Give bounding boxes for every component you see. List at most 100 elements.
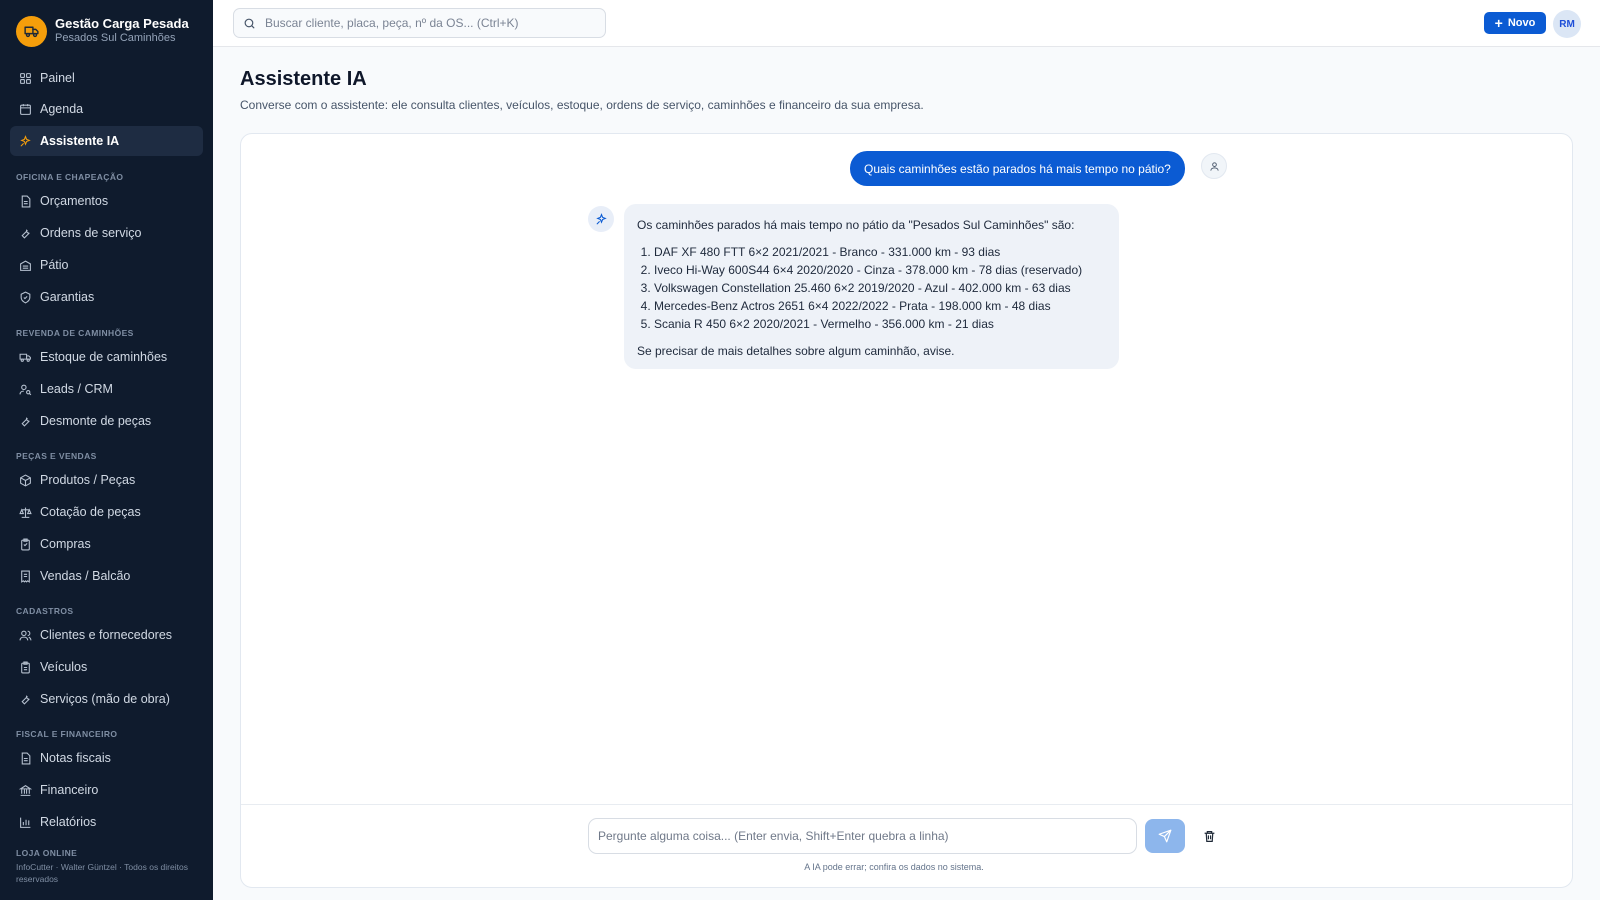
new-button[interactable]: + Novo [1484, 12, 1546, 34]
brand[interactable]: Gestão Carga Pesada Pesados Sul Caminhõe… [0, 0, 213, 62]
sparkle-icon [19, 134, 32, 148]
sidebar-item-label: Painel [40, 71, 75, 85]
sidebar-item-label: Notas fiscais [40, 751, 111, 765]
chat-input[interactable] [588, 818, 1137, 854]
clipboard-icon [19, 661, 32, 674]
document-icon [19, 195, 32, 208]
list-item: Scania R 450 6×2 2020/2021 - Vermelho - … [654, 315, 1106, 333]
user-icon [1201, 153, 1227, 179]
sidebar-item-painel[interactable]: Painel [10, 63, 203, 93]
sidebar-item-patio[interactable]: Pátio [10, 250, 203, 280]
sidebar-item-compras[interactable]: Compras [10, 529, 203, 559]
sidebar-footer: InfoCutter · Walter Güntzel · Todos os d… [16, 862, 188, 884]
calendar-icon [19, 103, 32, 116]
sidebar-item-vendas-balcao[interactable]: Vendas / Balcão [10, 561, 203, 591]
list-item: Mercedes-Benz Actros 2651 6×4 2022/2022 … [654, 297, 1106, 315]
sidebar-item-financeiro[interactable]: Financeiro [10, 775, 203, 805]
sidebar-item-agenda[interactable]: Agenda [10, 94, 203, 124]
sidebar-item-label: Garantias [40, 290, 95, 304]
ai-sparkle-icon [588, 206, 614, 232]
sidebar-item-label: Leads / CRM [40, 382, 113, 396]
sidebar-item-cotacao-pecas[interactable]: Cotação de peças [10, 497, 203, 527]
sidebar: Gestão Carga Pesada Pesados Sul Caminhõe… [0, 0, 213, 900]
plus-icon: + [1494, 15, 1503, 31]
clear-chat-button[interactable] [1200, 827, 1218, 845]
sidebar-item-label: Assistente IA [40, 134, 120, 148]
document-icon [19, 752, 32, 765]
clipboard-icon [19, 538, 32, 551]
page-description: Converse com o assistente: ele consulta … [240, 98, 924, 112]
grid-icon [19, 72, 32, 85]
wrench-icon [19, 227, 32, 240]
search-placeholder: Buscar cliente, placa, peça, nº da OS...… [265, 16, 519, 30]
section-fiscal: FISCAL E FINANCEIRO [16, 729, 118, 739]
sidebar-item-veiculos[interactable]: Veículos [10, 652, 203, 682]
sidebar-item-servicos[interactable]: Serviços (mão de obra) [10, 684, 203, 714]
ai-message: Os caminhões parados há mais tempo no pá… [624, 204, 1119, 369]
send-icon [1158, 829, 1172, 843]
sidebar-item-label: Desmonte de peças [40, 414, 152, 428]
topbar: Buscar cliente, placa, peça, nº da OS...… [213, 0, 1600, 47]
sidebar-item-produtos-pecas[interactable]: Produtos / Peças [10, 465, 203, 495]
send-button[interactable] [1145, 819, 1185, 853]
trash-icon [1204, 830, 1214, 842]
bar-chart-icon [19, 816, 32, 829]
sidebar-item-estoque-caminhoes[interactable]: Estoque de caminhões [10, 342, 203, 372]
section-oficina: OFICINA E CHAPEAÇÃO [16, 172, 124, 182]
sidebar-item-garantias[interactable]: Garantias [10, 282, 203, 312]
sidebar-item-label: Veículos [40, 660, 88, 674]
composer-divider [241, 804, 1572, 805]
brand-title: Gestão Carga Pesada [55, 16, 189, 31]
bank-icon [19, 784, 32, 797]
wrench-icon [19, 693, 32, 706]
sidebar-item-relatorios[interactable]: Relatórios [10, 807, 203, 837]
sidebar-item-label: Vendas / Balcão [40, 569, 131, 583]
search-icon [244, 18, 255, 28]
global-search[interactable]: Buscar cliente, placa, peça, nº da OS...… [233, 8, 606, 38]
sidebar-item-label: Produtos / Peças [40, 473, 136, 487]
receipt-icon [19, 570, 32, 583]
sidebar-item-label: Compras [40, 537, 91, 551]
sidebar-item-label: Relatórios [40, 815, 97, 829]
page-title: Assistente IA [240, 68, 367, 90]
sidebar-item-notas-fiscais[interactable]: Notas fiscais [10, 743, 203, 773]
user-message: Quais caminhões estão parados há mais te… [850, 151, 1185, 186]
sidebar-item-label: Pátio [40, 258, 69, 272]
sidebar-item-orcamentos[interactable]: Orçamentos [10, 186, 203, 216]
sidebar-item-clientes-fornecedores[interactable]: Clientes e fornecedores [10, 620, 203, 650]
list-item: DAF XF 480 FTT 6×2 2021/2021 - Branco - … [654, 243, 1106, 261]
truck-logo-icon [16, 15, 47, 47]
sidebar-item-label: Estoque de caminhões [40, 350, 168, 364]
section-revenda: REVENDA DE CAMINHÕES [16, 328, 134, 338]
brand-subtitle: Pesados Sul Caminhões [55, 32, 176, 44]
list-item: Volkswagen Constellation 25.460 6×2 2019… [654, 279, 1106, 297]
shield-icon [19, 290, 32, 304]
ai-disclaimer: A IA pode errar; confira os dados no sis… [804, 862, 984, 872]
users-icon [19, 629, 32, 642]
sidebar-item-desmonte-pecas[interactable]: Desmonte de peças [10, 406, 203, 436]
sidebar-item-label: Clientes e fornecedores [40, 628, 173, 642]
wrench-icon [19, 415, 32, 428]
new-button-label: Novo [1507, 17, 1536, 29]
section-cadastros: CADASTROS [16, 606, 74, 616]
truck-icon [19, 351, 32, 364]
section-pecas: PEÇAS E VENDAS [16, 451, 97, 461]
list-item: Iveco Hi-Way 600S44 6×4 2020/2020 - Cinz… [654, 261, 1106, 279]
warehouse-icon [19, 259, 32, 272]
sidebar-item-label: Agenda [40, 102, 84, 116]
truck-list: DAF XF 480 FTT 6×2 2021/2021 - Branco - … [654, 243, 1106, 333]
ai-message-intro: Os caminhões parados há mais tempo no pá… [637, 218, 1075, 232]
sidebar-item-label: Orçamentos [40, 194, 109, 208]
sidebar-item-ordens-servico[interactable]: Ordens de serviço [10, 218, 203, 248]
user-search-icon [19, 383, 32, 396]
sidebar-item-leads-crm[interactable]: Leads / CRM [10, 374, 203, 404]
chat-panel: Quais caminhões estão parados há mais te… [240, 133, 1573, 888]
section-loja-online: LOJA ONLINE [16, 848, 78, 858]
sidebar-item-label: Financeiro [40, 783, 99, 797]
sidebar-item-label: Cotação de peças [40, 505, 141, 519]
scale-icon [19, 506, 32, 519]
sidebar-item-label: Ordens de serviço [40, 226, 142, 240]
sidebar-item-assistente-ia[interactable]: Assistente IA [10, 126, 203, 156]
user-avatar[interactable]: RM [1553, 10, 1581, 38]
box-icon [19, 473, 32, 487]
